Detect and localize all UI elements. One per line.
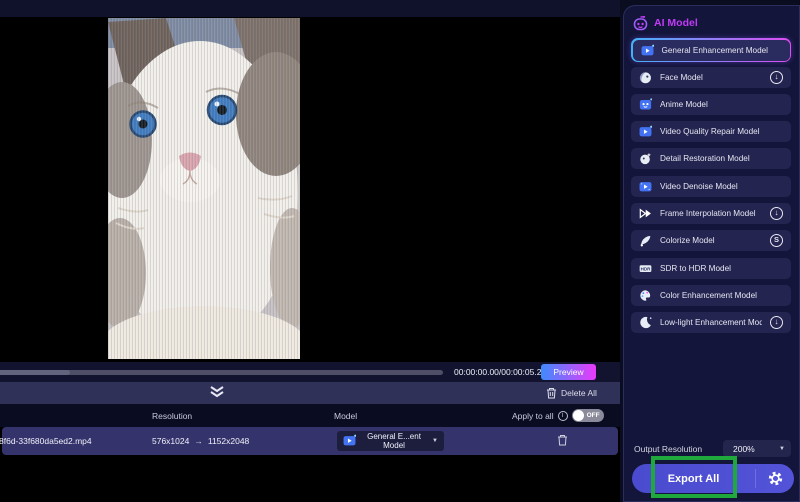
collapse-queue-button[interactable] — [204, 385, 230, 401]
model-item-low-light-enhancement-model[interactable]: Low-light Enhancement Model ↓ — [631, 312, 791, 333]
selected-model-border: General Enhancement Model — [631, 38, 791, 62]
toggle-knob — [573, 410, 584, 421]
ai-model-header: AI Model — [624, 6, 799, 32]
row-model-dropdown[interactable]: General E...ent Model ▼ — [337, 431, 444, 451]
queue-table-header: Resolution Model Apply to all i OFF — [0, 404, 620, 427]
model-item-anime-model[interactable]: Anime Model — [631, 94, 791, 115]
apply-to-all-toggle[interactable]: OFF — [572, 409, 604, 422]
row-resolution: 576x1024 → 1152x2048 — [152, 427, 249, 455]
video-enhancement-icon — [641, 44, 654, 57]
model-item-label: General Enhancement Model — [662, 46, 769, 55]
output-resolution-select[interactable]: 200% ▼ — [723, 440, 791, 457]
export-settings-button[interactable] — [756, 464, 794, 493]
timeline-progress-played — [0, 370, 70, 375]
chevron-double-down-icon — [209, 386, 225, 398]
model-item-sdr-to-hdr-model[interactable]: HDR SDR to HDR Model — [631, 258, 791, 279]
model-item-video-quality-repair-model[interactable]: Video Quality Repair Model — [631, 121, 791, 142]
video-denoise-icon — [639, 180, 652, 193]
download-icon[interactable]: ↓ — [770, 207, 783, 220]
model-item-video-denoise-model[interactable]: Video Denoise Model — [631, 176, 791, 197]
model-item-face-model[interactable]: Face Model ↓ — [631, 67, 791, 88]
model-item-colorize-model[interactable]: Colorize Model S — [631, 230, 791, 251]
model-item-label: Colorize Model — [660, 236, 715, 245]
sidebar-background: AI Model General Enhancement Model Face M… — [620, 0, 800, 502]
panel-title: AI Model — [654, 17, 698, 29]
scanline-overlay — [108, 18, 300, 359]
chevron-down-icon: ▼ — [779, 446, 785, 452]
output-resolution-label: Output Resolution — [634, 444, 702, 454]
window-topbar — [0, 0, 620, 17]
model-item-detail-restoration-model[interactable]: Detail Restoration Model — [631, 148, 791, 169]
model-list: General Enhancement Model Face Model ↓ Anim… — [624, 32, 799, 333]
trash-icon — [546, 387, 557, 399]
row-filename: 8f6d-33f680da5ed2.mp4 — [0, 427, 92, 455]
delete-all-button[interactable]: Delete All — [546, 382, 597, 404]
gear-icon — [768, 471, 783, 486]
video-stage — [0, 17, 620, 362]
queue-collapse-bar: Delete All — [0, 382, 620, 404]
face-icon — [639, 71, 652, 84]
download-icon[interactable]: ↓ — [770, 316, 783, 329]
arrow-right-icon: → — [194, 436, 203, 446]
trash-icon — [557, 434, 568, 446]
queue-row[interactable]: 8f6d-33f680da5ed2.mp4 576x1024 → 1152x2048 G… — [2, 427, 618, 455]
anime-icon — [639, 98, 652, 111]
model-item-label: Frame Interpolation Model — [660, 209, 756, 218]
export-pill: Export All — [632, 464, 794, 493]
model-item-label: Face Model — [660, 73, 703, 82]
moon-icon — [639, 316, 652, 329]
hdr-icon: HDR — [639, 262, 652, 275]
video-enhancement-icon — [343, 434, 356, 449]
timeline-progress[interactable] — [0, 370, 443, 375]
model-item-label: Low-light Enhancement Model — [660, 318, 762, 327]
ai-model-panel: AI Model General Enhancement Model Face M… — [623, 5, 800, 502]
row-model-label: General E...ent Model — [361, 432, 427, 450]
model-item-frame-interpolation-model[interactable]: Frame Interpolation Model ↓ — [631, 203, 791, 224]
video-repair-icon — [639, 125, 652, 138]
apply-to-all-label: Apply to all — [512, 411, 554, 421]
target-resolution: 1152x2048 — [208, 436, 249, 446]
svg-text:HDR: HDR — [641, 266, 652, 271]
frame-interpolation-icon — [639, 207, 652, 220]
apply-to-all-cluster: Apply to all i OFF — [512, 404, 604, 427]
model-item-label: Color Enhancement Model — [660, 291, 757, 300]
delete-all-label: Delete All — [561, 388, 597, 398]
chevron-down-icon: ▼ — [432, 438, 438, 444]
color-palette-icon — [639, 289, 652, 302]
download-icon[interactable]: ↓ — [770, 71, 783, 84]
preview-button[interactable]: Preview — [541, 364, 596, 380]
s-badge-icon: S — [770, 234, 783, 247]
robot-icon — [633, 16, 648, 31]
detail-restoration-icon — [639, 152, 652, 165]
row-delete-button[interactable] — [554, 433, 570, 449]
source-resolution: 576x1024 — [152, 436, 189, 446]
model-item-label: SDR to HDR Model — [660, 264, 731, 273]
timeline-bar: 00:00:00.00/00:00:05.21 Preview — [0, 362, 620, 382]
model-item-label: Video Quality Repair Model — [660, 127, 760, 136]
main-area: 00:00:00.00/00:00:05.21 Preview Delete A… — [0, 0, 620, 502]
queue-table-body: 8f6d-33f680da5ed2.mp4 576x1024 → 1152x2048 G… — [0, 427, 620, 455]
model-item-label: Video Denoise Model — [660, 182, 738, 191]
model-item-label: Detail Restoration Model — [660, 154, 750, 163]
output-resolution-row: Output Resolution 200% ▼ — [634, 440, 791, 457]
playback-time: 00:00:00.00/00:00:05.21 — [454, 362, 546, 382]
column-header-model: Model — [334, 411, 357, 421]
info-icon[interactable]: i — [558, 411, 568, 421]
column-header-resolution: Resolution — [152, 411, 192, 421]
app-window: 00:00:00.00/00:00:05.21 Preview Delete A… — [0, 0, 800, 502]
model-item-color-enhancement-model[interactable]: Color Enhancement Model — [631, 285, 791, 306]
toggle-state-label: OFF — [587, 409, 600, 422]
output-resolution-value: 200% — [733, 444, 755, 454]
export-all-button[interactable]: Export All — [632, 464, 755, 493]
video-preview[interactable] — [108, 18, 300, 359]
colorize-icon — [639, 234, 652, 247]
model-item-general-enhancement-model[interactable]: General Enhancement Model — [633, 40, 790, 61]
model-item-label: Anime Model — [660, 100, 708, 109]
